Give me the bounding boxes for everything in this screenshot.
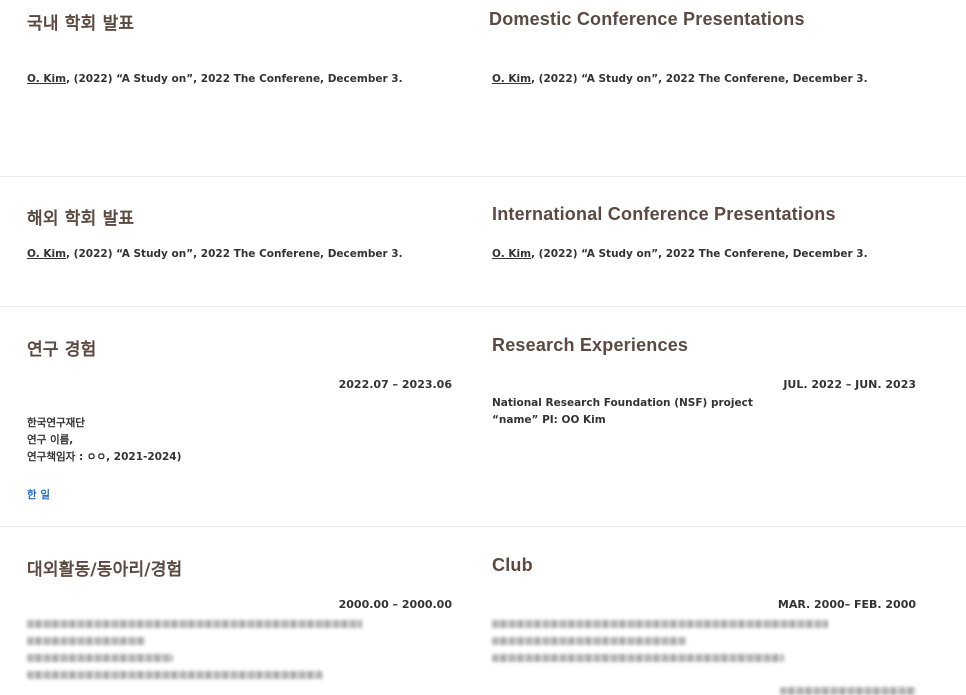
citation-author-link[interactable]: O. Kim xyxy=(492,73,531,85)
club-date-ko: 2000.00 – 2000.00 xyxy=(338,598,452,611)
citation-author-link[interactable]: O. Kim xyxy=(27,248,66,260)
citation-text: , (2022) “A Study on”, 2022 The Conferen… xyxy=(66,248,403,260)
redacted-text xyxy=(27,671,323,679)
domestic-heading-en: Domestic Conference Presentations xyxy=(489,9,805,29)
redacted-text xyxy=(492,620,828,628)
research-name-ko: 연구 이름, xyxy=(27,434,74,446)
club-date-en: MAR. 2000– FEB. 2000 xyxy=(777,598,916,611)
domestic-citation-en: O. Kim, (2022) “A Study on”, 2022 The Co… xyxy=(492,73,868,85)
domestic-citation-ko: O. Kim, (2022) “A Study on”, 2022 The Co… xyxy=(27,73,403,85)
club-heading-ko: 대외활동/동아리/경험 xyxy=(27,560,183,580)
section-divider xyxy=(0,176,966,177)
section-divider xyxy=(0,306,966,307)
redacted-text xyxy=(27,620,362,628)
research-pi-ko: 연구책임자 : ㅇㅇ, 2021-2024) xyxy=(27,451,182,463)
research-pi-en: “name” PI: OO Kim xyxy=(492,414,606,426)
research-org-en: National Research Foundation (NSF) proje… xyxy=(492,397,753,409)
citation-author-link[interactable]: O. Kim xyxy=(27,73,66,85)
research-date-ko: 2022.07 – 2023.06 xyxy=(338,378,452,391)
club-heading-en: Club xyxy=(492,555,533,575)
research-detail-link[interactable]: 한 일 xyxy=(27,487,50,502)
research-org-ko: 한국연구재단 xyxy=(27,417,85,429)
citation-author-link[interactable]: O. Kim xyxy=(492,248,531,260)
redacted-text xyxy=(780,687,916,695)
citation-text: , (2022) “A Study on”, 2022 The Conferen… xyxy=(531,248,868,260)
redacted-text xyxy=(492,637,686,645)
section-divider xyxy=(0,526,966,527)
research-date-en: JUL. 2022 – JUN. 2023 xyxy=(783,378,916,391)
citation-text: , (2022) “A Study on”, 2022 The Conferen… xyxy=(66,73,403,85)
redacted-text xyxy=(27,637,145,645)
research-heading-en: Research Experiences xyxy=(492,335,689,355)
international-citation-en: O. Kim, (2022) “A Study on”, 2022 The Co… xyxy=(492,248,868,260)
international-heading-ko: 해외 학회 발표 xyxy=(27,209,135,229)
redacted-text xyxy=(27,654,173,662)
domestic-heading-ko: 국내 학회 발표 xyxy=(27,14,135,34)
research-heading-ko: 연구 경험 xyxy=(27,340,97,360)
citation-text: , (2022) “A Study on”, 2022 The Conferen… xyxy=(531,73,868,85)
redacted-text xyxy=(492,654,784,662)
international-heading-en: International Conference Presentations xyxy=(492,204,836,224)
international-citation-ko: O. Kim, (2022) “A Study on”, 2022 The Co… xyxy=(27,248,403,260)
